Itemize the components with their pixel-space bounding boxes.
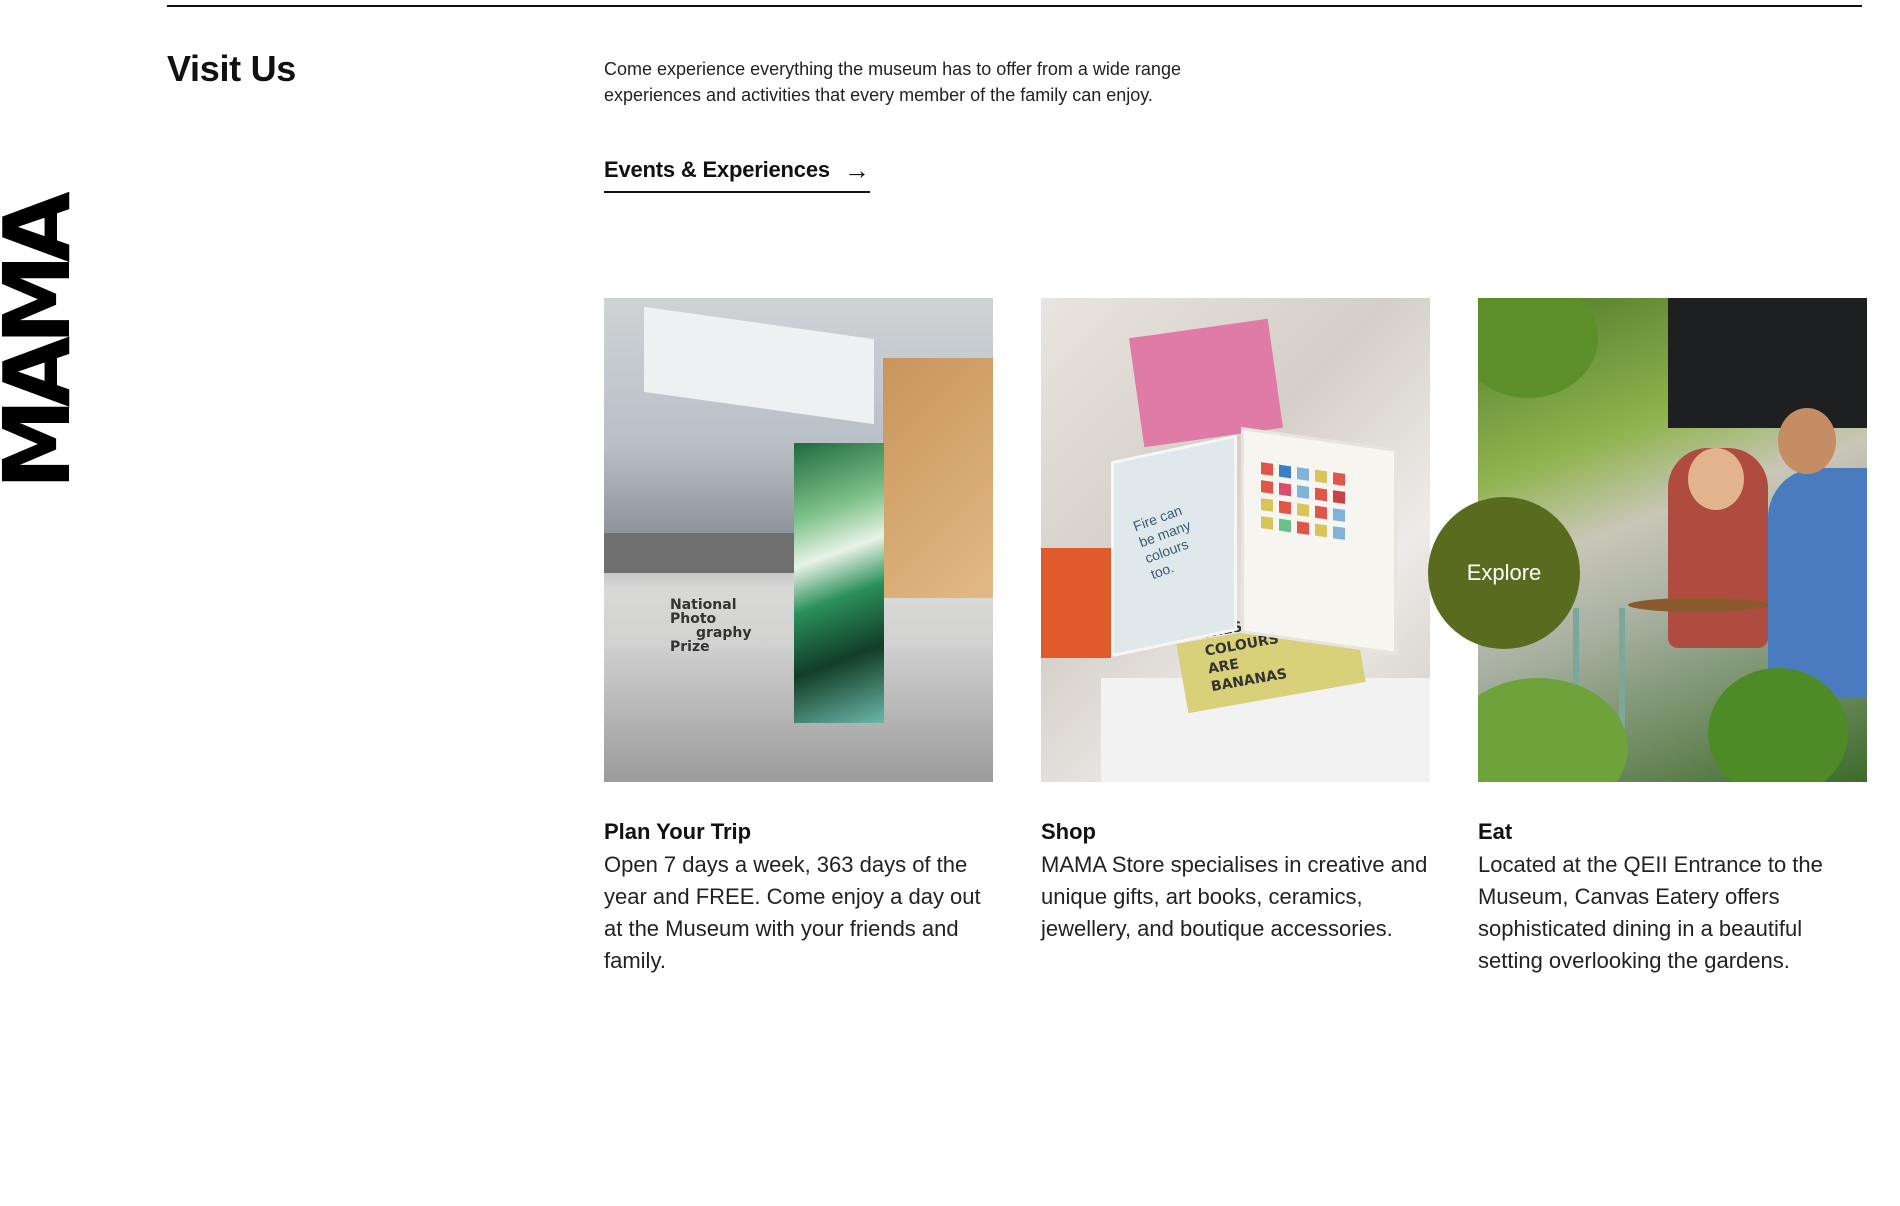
wall-text-line: Photo [670,611,717,627]
card-title[interactable]: Eat [1478,819,1867,845]
events-experiences-link[interactable]: Events & Experiences → [604,157,870,193]
wall-text-line: graphy [696,625,752,641]
card-description: MAMA Store specialises in creative and u… [1041,852,1428,941]
open-book-right-page [1241,427,1397,655]
card-description: Open 7 days a week, 363 days of the year… [604,852,981,973]
card-description: Located at the QEII Entrance to the Muse… [1478,852,1823,973]
umbrellas [1668,298,1867,428]
card-title[interactable]: Plan Your Trip [604,819,993,845]
card-title[interactable]: Shop [1041,819,1430,845]
arrow-right-icon: → [843,155,870,185]
top-divider [167,5,1862,7]
logo-text: MAMA [0,200,75,490]
diner-man [1768,468,1867,698]
events-experiences-label: Events & Experiences [604,157,830,182]
hanging-artwork [794,443,884,723]
diner-woman-head [1688,448,1744,510]
pink-book [1129,318,1283,448]
gallery-atrium-image[interactable]: National Photo graphy Prize [604,298,993,782]
red-book [1041,548,1111,658]
timber-wall [883,358,993,598]
shop-books-image[interactable]: THESE COLOURS ARE BANANAS Fire can be ma… [1041,298,1430,782]
wall-text-line: Prize [670,639,710,655]
mama-logo[interactable]: MAMA [0,190,75,500]
diner-man-head [1778,408,1836,474]
section-intro: Come experience everything the museum ha… [604,59,1181,105]
colour-swatch-grid [1261,462,1345,540]
section-title: Visit Us [167,48,296,89]
card-shop[interactable]: THESE COLOURS ARE BANANAS Fire can be ma… [1041,298,1430,945]
exhibition-wall-text: National Photo graphy Prize [670,598,780,654]
explore-button[interactable]: Explore [1428,497,1580,649]
cafe-table [1628,598,1768,612]
wall-text-line: National [670,597,737,613]
card-plan-your-trip[interactable]: National Photo graphy Prize Plan Your Tr… [604,298,993,977]
